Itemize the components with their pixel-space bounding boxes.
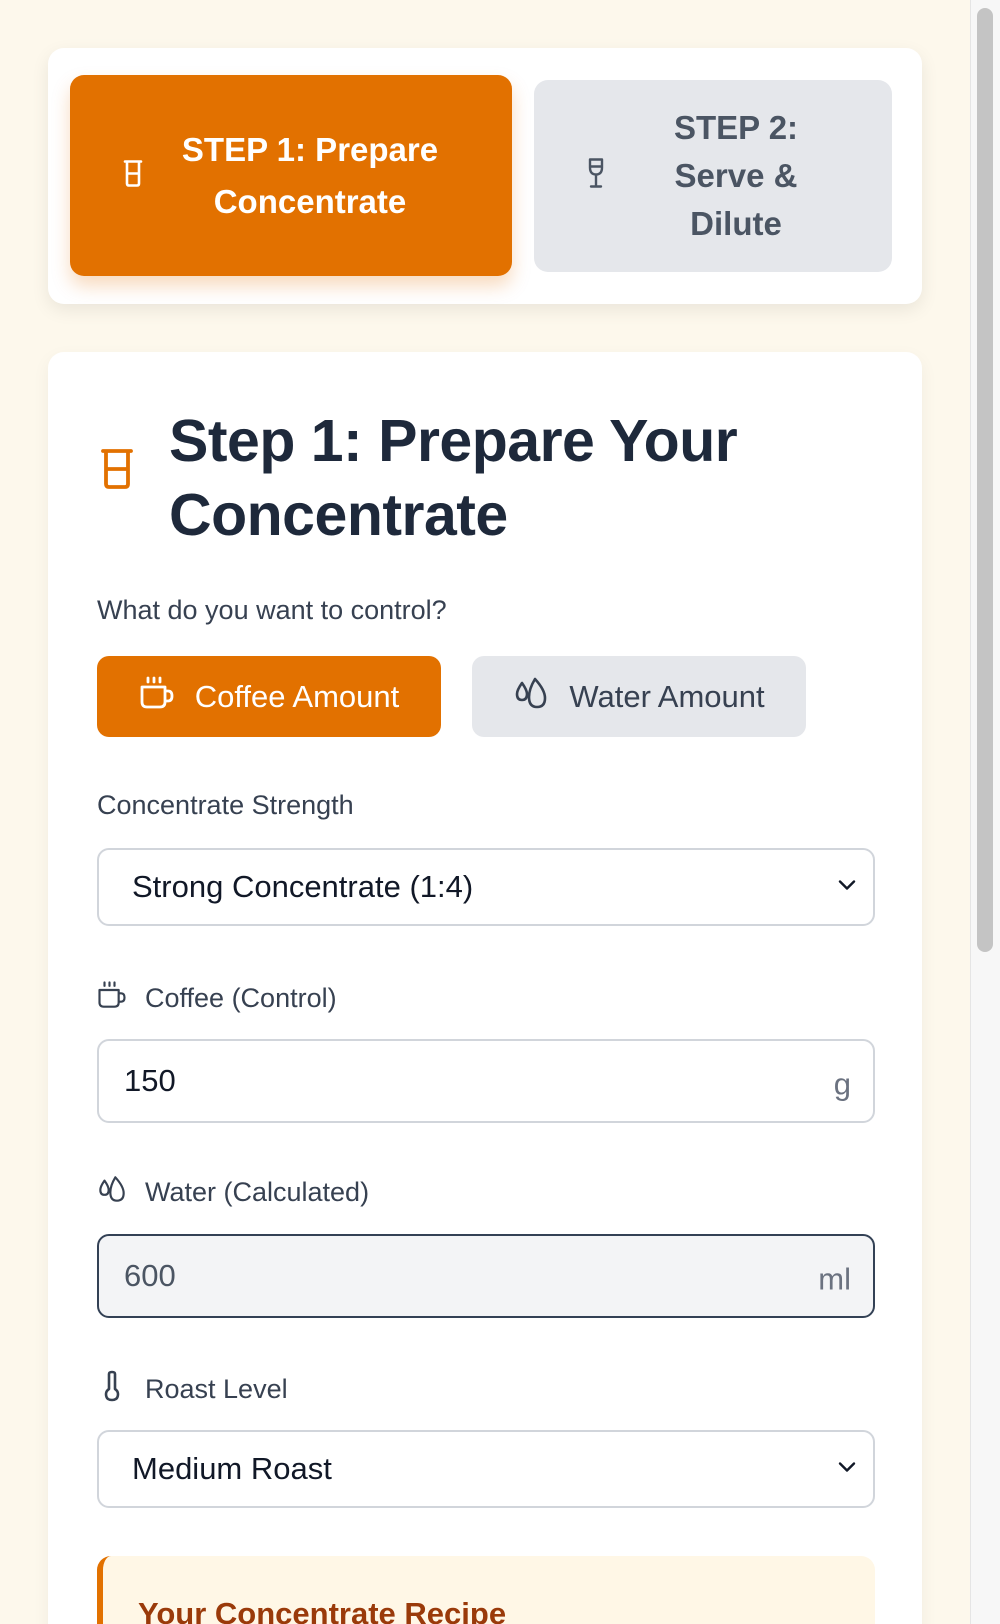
step-1-label: STEP 1: Prepare Concentrate — [181, 130, 439, 220]
droplets-icon — [513, 675, 549, 719]
strength-select[interactable]: Strong Concentrate (1:4) — [97, 848, 875, 926]
water-amount-toggle[interactable]: Water Amount — [472, 656, 806, 737]
beaker-icon — [122, 159, 144, 192]
wine-glass-icon — [586, 158, 606, 195]
roast-field-label-text: Roast Level — [145, 1374, 288, 1404]
coffee-value: 150 — [124, 1063, 176, 1098]
step-switcher: STEP 1: Prepare Concentrate STEP 2: Serv… — [48, 48, 922, 304]
chevron-down-icon — [837, 878, 857, 897]
concentrate-card: Step 1: Prepare Your Concentrate What do… — [48, 352, 922, 1624]
water-field-label: Water (Calculated) — [97, 1174, 369, 1211]
roast-value: Medium Roast — [132, 1451, 332, 1486]
scrollbar[interactable] — [970, 0, 1000, 1624]
water-unit: ml — [818, 1261, 851, 1297]
strength-value: Strong Concentrate (1:4) — [132, 869, 474, 904]
coffee-amount-toggle[interactable]: Coffee Amount — [97, 656, 441, 737]
recipe-panel: Your Concentrate Recipe — [97, 1556, 875, 1624]
water-field-label-text: Water (Calculated) — [145, 1177, 370, 1207]
step-1-button[interactable]: STEP 1: Prepare Concentrate — [70, 75, 512, 276]
step-2-label: STEP 2: Serve & Dilute — [673, 109, 799, 242]
water-value: 600 — [124, 1258, 176, 1293]
coffee-field-label-text: Coffee (Control) — [145, 983, 337, 1013]
control-question: What do you want to control? — [97, 595, 447, 625]
roast-field-label: Roast Level — [97, 1370, 288, 1409]
coffee-field-label: Coffee (Control) — [97, 980, 337, 1017]
chevron-down-icon — [837, 1460, 857, 1479]
coffee-amount-label: Coffee Amount — [194, 678, 400, 714]
strength-label: Concentrate Strength — [97, 790, 354, 821]
water-amount-label: Water Amount — [569, 678, 765, 714]
page-title: Step 1: Prepare Your Concentrate — [169, 408, 738, 548]
strength-label-text: Concentrate Strength — [97, 790, 354, 820]
beaker-icon — [100, 448, 134, 495]
coffee-cup-icon — [139, 676, 175, 718]
step-2-button[interactable]: STEP 2: Serve & Dilute — [534, 80, 892, 272]
coffee-cup-icon — [97, 980, 127, 1017]
scrollbar-thumb[interactable] — [977, 8, 993, 952]
coffee-unit: g — [833, 1066, 851, 1102]
coffee-input[interactable]: 150 g — [97, 1039, 875, 1123]
roast-select[interactable]: Medium Roast — [97, 1430, 875, 1508]
droplets-icon — [97, 1174, 127, 1211]
thermometer-icon — [97, 1370, 127, 1409]
recipe-title: Your Concentrate Recipe — [138, 1596, 507, 1624]
water-input[interactable]: 600 ml — [97, 1234, 875, 1318]
